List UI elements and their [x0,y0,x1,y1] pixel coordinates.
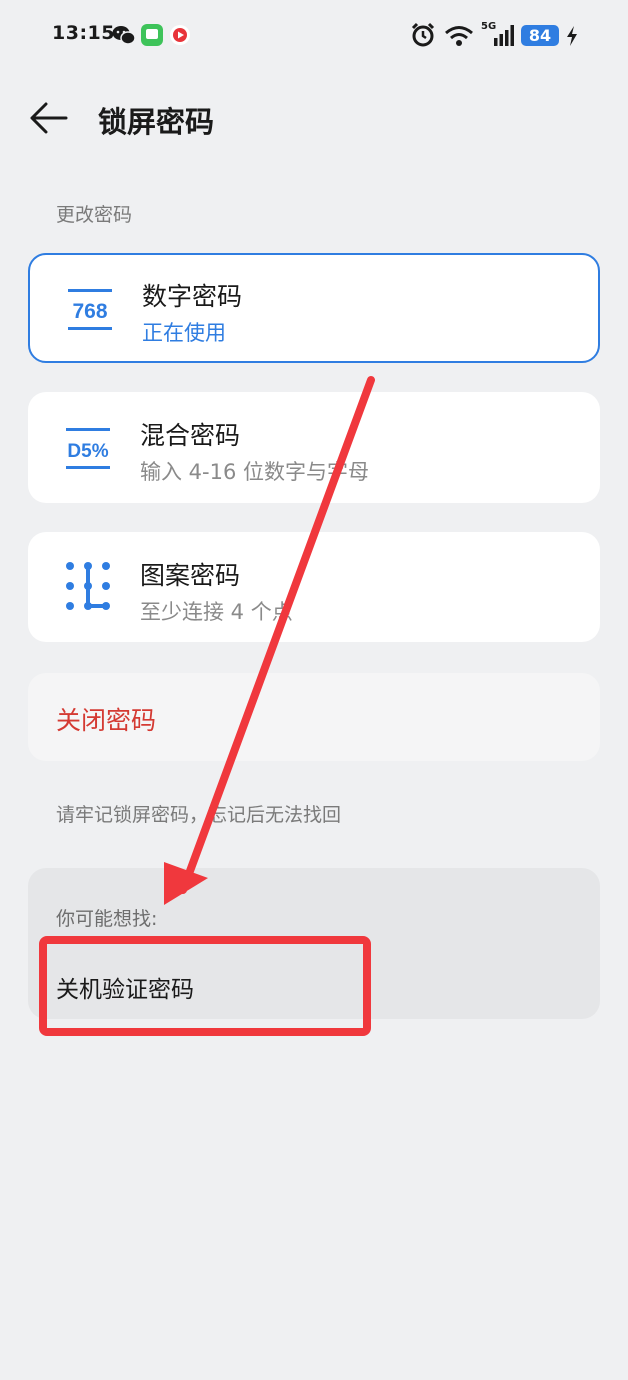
mixed-icon-text: D5% [67,441,108,462]
shutdown-verify-password-link[interactable]: 关机验证密码 [56,970,194,1004]
suggestions-title: 你可能想找: [56,908,158,930]
numeric-password-icon: 768 [68,289,112,330]
pattern-grid-icon [66,562,110,610]
message-app-icon [141,24,163,46]
back-button[interactable] [24,94,76,142]
section-label: 更改密码 [56,204,133,226]
alarm-icon [411,22,435,47]
page-header: 锁屏密码 [0,80,628,156]
disable-password-button[interactable]: 关闭密码 [28,673,600,761]
option-pattern-password[interactable]: 图案密码 至少连接 4 个点 [28,532,600,642]
disable-password-label: 关闭密码 [56,706,157,735]
hint-text: 请牢记锁屏密码，忘记后无法找回 [56,804,342,826]
charging-icon [567,26,577,46]
option-mixed-password[interactable]: D5% 混合密码 输入 4-16 位数字与字母 [28,392,600,503]
mixed-password-icon: D5% [66,428,110,469]
page-title: 锁屏密码 [98,105,215,139]
option-title: 数字密码 [142,282,243,311]
arrow-left-icon [30,102,68,134]
option-subtitle: 输入 4-16 位数字与字母 [140,460,370,484]
wechat-icon [112,26,136,45]
status-bar: 13:15 5G 84 [0,0,628,72]
battery-level: 84 [528,26,552,45]
option-title: 混合密码 [140,421,241,450]
signal-icon [494,25,514,46]
option-numeric-password[interactable]: 768 数字密码 正在使用 [28,253,600,363]
video-app-icon [170,25,190,45]
numeric-icon-text: 768 [72,300,107,323]
option-title: 图案密码 [140,561,241,590]
option-subtitle: 正在使用 [142,321,226,345]
option-subtitle: 至少连接 4 个点 [140,600,293,624]
status-time: 13:15 [52,22,115,44]
battery-icon: 84 [521,25,559,46]
suggestions-card: 你可能想找: 关机验证密码 [28,868,600,1019]
wifi-icon [445,26,473,46]
